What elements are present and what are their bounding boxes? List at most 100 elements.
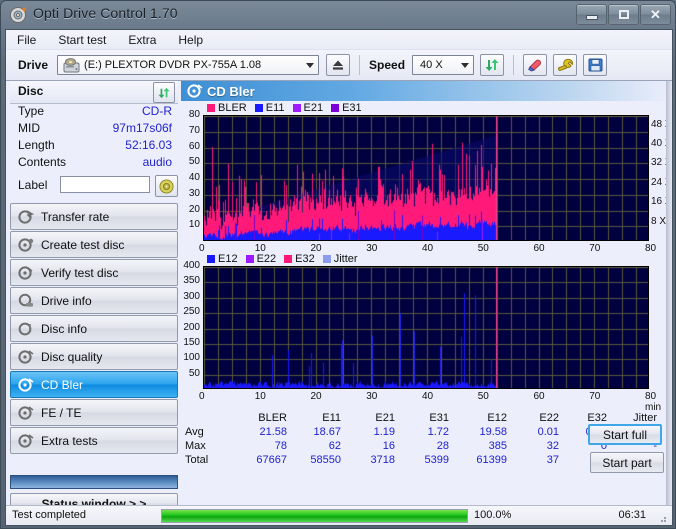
disc-value-mid: 97m17s06f bbox=[112, 121, 172, 135]
cd-bler-icon bbox=[187, 83, 203, 99]
axis-tick-label: 8 X bbox=[651, 215, 667, 227]
speed-select[interactable]: 40 X bbox=[412, 55, 475, 75]
disc-info-list: Type CD-R MID 97m17s06f Length 52:16.03 … bbox=[10, 104, 178, 200]
sidebar-item-drive-info[interactable]: Drive info bbox=[10, 287, 178, 314]
vertical-scrollbar[interactable] bbox=[666, 81, 672, 505]
legend-swatch bbox=[292, 104, 301, 112]
resize-grip-icon[interactable] bbox=[656, 511, 668, 523]
menu-item-file[interactable]: File bbox=[14, 32, 39, 48]
sidebar-label: Transfer rate bbox=[41, 209, 110, 224]
e12-chart: E12 E22 E32 Jitter 50 100 150 200 250 300 350 4… bbox=[181, 253, 672, 413]
tools-button[interactable] bbox=[553, 54, 578, 76]
axis-tick-label: 350 bbox=[183, 275, 200, 287]
disc-row-type: Type CD-R bbox=[10, 104, 178, 121]
stats-cell: 58550 bbox=[310, 454, 341, 466]
axis-tick-label: 40 bbox=[188, 172, 200, 183]
disc-label-icon bbox=[159, 178, 174, 194]
menu-item-help[interactable]: Help bbox=[175, 32, 206, 48]
eject-button[interactable] bbox=[326, 54, 351, 76]
axis-tick-label: 50 bbox=[188, 367, 200, 379]
stats-col-e12: E12 bbox=[487, 412, 507, 424]
progress-bar-fill bbox=[162, 510, 467, 522]
erase-button[interactable] bbox=[523, 54, 548, 76]
drive-select[interactable]: (E:) PLEXTOR DVDR PX-755A 1.08 bbox=[57, 55, 320, 75]
stats-row-label-total: Total bbox=[185, 454, 209, 466]
toolbar-separator-2 bbox=[513, 55, 515, 75]
refresh-speed-button[interactable] bbox=[480, 54, 505, 76]
speed-value: 40 X bbox=[420, 59, 443, 71]
axis-tick-label: 50 bbox=[477, 391, 489, 402]
legend-swatch bbox=[331, 104, 340, 112]
e12-plot-area[interactable] bbox=[203, 266, 649, 389]
start-part-button[interactable]: Start part bbox=[590, 452, 664, 473]
stats-cell: 67667 bbox=[256, 454, 287, 466]
progress-percent-label: 100.0% bbox=[474, 509, 512, 521]
bler-chart: BLER E11 E21 E31 10 20 30 40 50 60 70 80 8 X 16 … bbox=[181, 101, 672, 265]
toolbar-separator-1 bbox=[359, 55, 361, 75]
stats-cell: 385 bbox=[488, 440, 507, 452]
menu-item-start-test[interactable]: Start test bbox=[55, 32, 109, 48]
toolbar: Drive (E:) PLEXTOR DVDR PX-755A 1.08 Spe… bbox=[6, 50, 672, 81]
sidebar-item-verify-test-disc[interactable]: Verify test disc bbox=[10, 259, 178, 286]
progress-strip bbox=[10, 475, 178, 489]
drive-value: (E:) PLEXTOR DVDR PX-755A 1.08 bbox=[84, 59, 262, 71]
maximize-button[interactable] bbox=[608, 4, 639, 25]
disc-label-input[interactable] bbox=[60, 176, 150, 193]
sidebar-item-extra-tests[interactable]: Extra tests bbox=[10, 427, 178, 454]
window-frame: Opti Drive Control 1.70 ✕ File Start tes… bbox=[0, 0, 676, 529]
bler-plot-area[interactable] bbox=[203, 115, 649, 241]
disc-row-length: Length 52:16.03 bbox=[10, 138, 178, 155]
stats-col-e11: E11 bbox=[322, 412, 341, 424]
legend-label: E31 bbox=[342, 102, 362, 114]
close-icon: ✕ bbox=[650, 7, 661, 22]
application-window: Opti Drive Control 1.70 ✕ File Start tes… bbox=[0, 0, 676, 529]
window-controls: ✕ bbox=[575, 4, 671, 25]
axis-tick-label: 200 bbox=[183, 321, 200, 333]
axis-tick-label: 400 bbox=[183, 260, 200, 271]
legend-item-e32: E32 bbox=[284, 253, 315, 265]
app-icon bbox=[10, 6, 28, 24]
bler-chart-legend: BLER E11 E21 E31 bbox=[207, 102, 370, 114]
stats-cell: 32 bbox=[546, 440, 559, 452]
elapsed-time: 06:31 bbox=[618, 509, 646, 521]
start-full-button[interactable]: Start full bbox=[588, 424, 662, 445]
axis-tick-label: 0 bbox=[199, 391, 205, 402]
sidebar-item-cd-bler[interactable]: CD Bler bbox=[10, 371, 178, 398]
speed-label: Speed bbox=[369, 58, 406, 72]
menu-item-extra[interactable]: Extra bbox=[125, 32, 159, 48]
stats-cell: 62 bbox=[328, 440, 341, 452]
save-button[interactable] bbox=[583, 54, 608, 76]
axis-tick-label: 20 bbox=[188, 203, 200, 215]
legend-label: E11 bbox=[265, 102, 285, 114]
legend-label: E22 bbox=[256, 253, 277, 265]
stats-col-e22: E22 bbox=[539, 412, 559, 424]
stats-cell: 18.67 bbox=[313, 426, 341, 438]
stats-cell: 28 bbox=[436, 440, 449, 452]
sidebar-item-disc-info[interactable]: Disc info bbox=[10, 315, 178, 342]
disc-refresh-button[interactable] bbox=[153, 82, 175, 103]
axis-tick-label: 30 bbox=[366, 391, 378, 402]
test-nav-list: Transfer rate Create test disc Verify te… bbox=[10, 203, 178, 455]
sidebar-label: Drive info bbox=[41, 293, 92, 308]
stats-row-label-avg: Avg bbox=[185, 426, 204, 438]
extra-tests-icon bbox=[18, 433, 34, 449]
left-panel: Disc Type CD-R MID 97m17s06f Length 52:1… bbox=[6, 81, 181, 514]
refresh-icon bbox=[485, 59, 499, 71]
sidebar-item-transfer-rate[interactable]: Transfer rate bbox=[10, 203, 178, 230]
close-button[interactable]: ✕ bbox=[640, 4, 671, 25]
chevron-down-icon bbox=[461, 63, 470, 68]
minimize-icon bbox=[585, 15, 598, 20]
minimize-button[interactable] bbox=[576, 4, 607, 25]
legend-swatch bbox=[284, 255, 293, 263]
disc-key-length: Length bbox=[18, 138, 55, 152]
legend-swatch bbox=[207, 255, 215, 263]
disc-write-icon bbox=[18, 237, 34, 253]
sidebar-item-fe-te[interactable]: FE / TE bbox=[10, 399, 178, 426]
chevron-down-icon bbox=[306, 63, 315, 68]
legend-item-e22: E22 bbox=[245, 253, 277, 265]
legend-item-e21: E21 bbox=[292, 102, 323, 114]
sidebar-item-create-test-disc[interactable]: Create test disc bbox=[10, 231, 178, 258]
sidebar-item-disc-quality[interactable]: Disc quality bbox=[10, 343, 178, 370]
legend-label: Jitter bbox=[333, 253, 358, 265]
legend-swatch bbox=[254, 104, 263, 112]
